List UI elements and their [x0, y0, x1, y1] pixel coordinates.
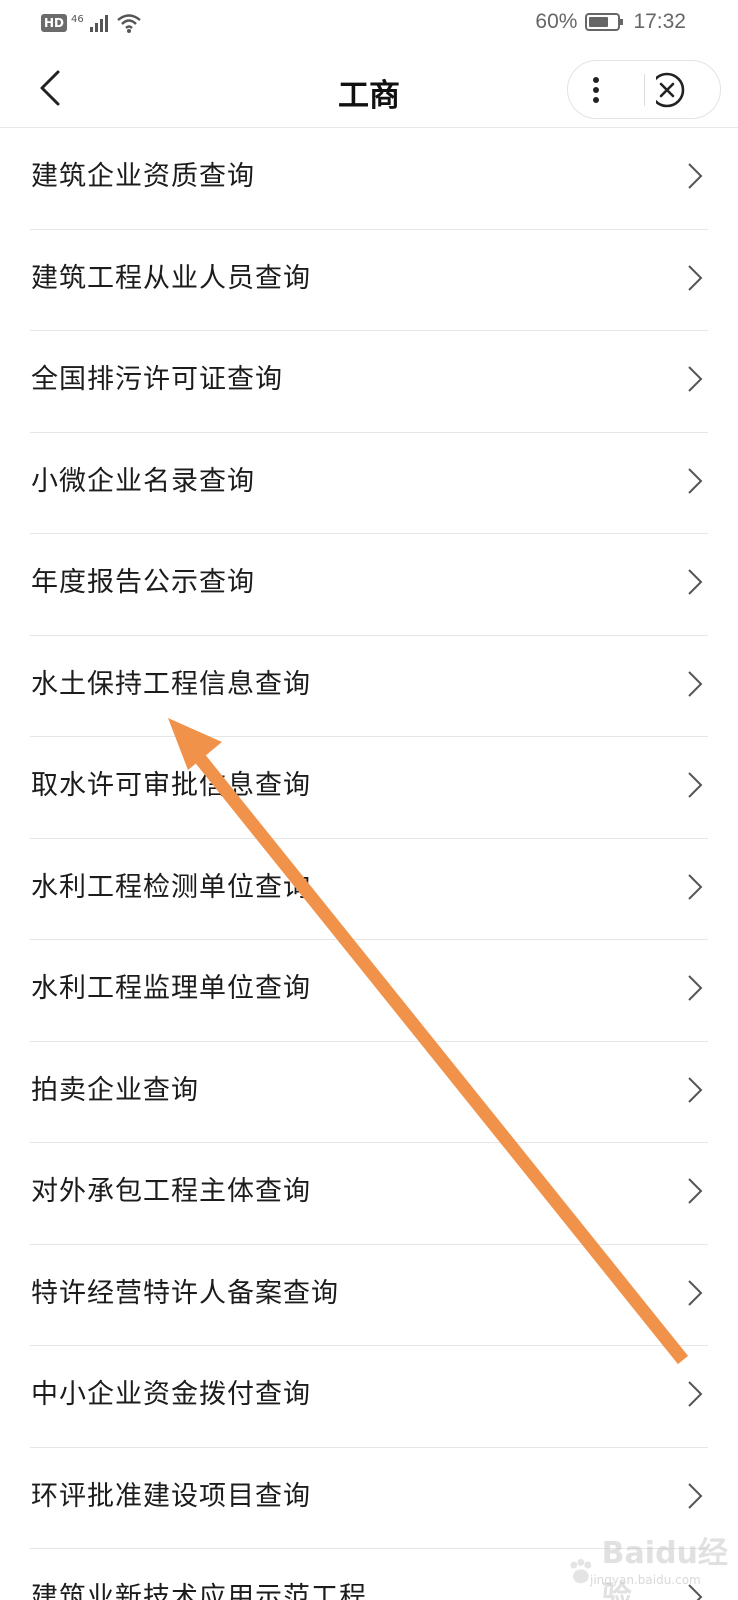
status-left: HD 46	[41, 12, 142, 34]
list-item[interactable]: 拍卖企业查询	[0, 1042, 738, 1143]
list-item-label: 全国排污许可证查询	[31, 364, 283, 395]
baidu-watermark: Baidu经验	[566, 1528, 738, 1600]
chevron-right-icon	[688, 1482, 703, 1509]
chevron-right-icon	[688, 467, 703, 494]
chevron-right-icon	[688, 670, 703, 697]
list-item[interactable]: 水土保持工程信息查询	[0, 636, 738, 737]
chevron-right-icon	[688, 1381, 703, 1407]
chevron-right-icon	[688, 264, 703, 291]
list-item-label: 建筑业新技术应用示范工程	[31, 1582, 367, 1600]
chevron-right-icon	[688, 163, 703, 189]
chevron-right-icon	[688, 569, 703, 595]
hd-badge: HD	[41, 14, 68, 32]
chevron-right-icon	[688, 772, 703, 798]
list-item-label: 中小企业资金拨付查询	[31, 1379, 311, 1410]
list-item-label: 特许经营特许人备案查询	[31, 1277, 339, 1309]
list-item[interactable]: 全国排污许可证查询	[0, 331, 738, 433]
wifi-icon	[116, 14, 141, 33]
network-type: 46	[71, 14, 84, 25]
list-item[interactable]: 小微企业名录查询	[0, 433, 738, 534]
list-item-label: 建筑企业资质查询	[31, 161, 255, 192]
chevron-right-icon	[688, 366, 703, 392]
list-item[interactable]: 建筑企业资质查询	[0, 128, 738, 230]
list-item-label: 对外承包工程主体查询	[31, 1176, 311, 1207]
list-item-label: 建筑工程从业人员查询	[31, 262, 311, 294]
list-item-label: 环评批准建设项目查询	[31, 1480, 311, 1512]
list-item-label: 拍卖企业查询	[31, 1074, 199, 1106]
signal-icon	[89, 15, 108, 32]
list-item[interactable]: 建筑工程从业人员查询	[0, 230, 738, 331]
chevron-right-icon	[688, 975, 703, 1001]
chevron-right-icon	[688, 1279, 703, 1306]
watermark-text: Baidu经验	[601, 1536, 728, 1600]
status-bar: HD 46 60% 17:32	[0, 0, 738, 52]
chevron-right-icon	[688, 873, 703, 900]
list-item-label: 小微企业名录查询	[31, 465, 255, 497]
clock: 17:32	[633, 10, 686, 33]
query-list: 建筑企业资质查询 建筑工程从业人员查询 全国排污许可证查询 小微企业名录查询 年…	[0, 128, 738, 1600]
list-item-label: 水利工程检测单位查询	[31, 871, 311, 903]
battery-icon	[585, 13, 624, 31]
list-item[interactable]: 水利工程监理单位查询	[0, 940, 738, 1042]
list-item[interactable]: 年度报告公示查询	[0, 534, 738, 636]
list-item[interactable]: 特许经营特许人备案查询	[0, 1245, 738, 1346]
list-item-label: 水土保持工程信息查询	[31, 668, 311, 700]
close-circle-icon	[649, 72, 685, 108]
battery-percent: 60%	[535, 10, 578, 33]
chevron-right-icon	[688, 1178, 703, 1204]
more-vertical-icon	[593, 77, 599, 103]
title-bar: 工商	[0, 52, 738, 128]
chevron-right-icon	[688, 1076, 703, 1103]
list-item[interactable]: 水利工程检测单位查询	[0, 839, 738, 940]
list-item-label: 取水许可审批信息查询	[31, 770, 311, 801]
watermark-url: jingyan.baidu.com	[590, 1573, 701, 1587]
list-item-label: 年度报告公示查询	[31, 567, 255, 598]
list-item-label: 水利工程监理单位查询	[31, 973, 311, 1004]
close-button[interactable]	[649, 67, 706, 113]
list-item[interactable]: 对外承包工程主体查询	[0, 1143, 738, 1245]
list-item[interactable]: 中小企业资金拨付查询	[0, 1346, 738, 1448]
status-right: 60% 17:32	[535, 10, 686, 34]
more-button[interactable]	[582, 67, 632, 113]
mini-program-capsule	[567, 60, 721, 119]
capsule-divider	[644, 74, 645, 106]
list-item[interactable]: 取水许可审批信息查询	[0, 737, 738, 839]
